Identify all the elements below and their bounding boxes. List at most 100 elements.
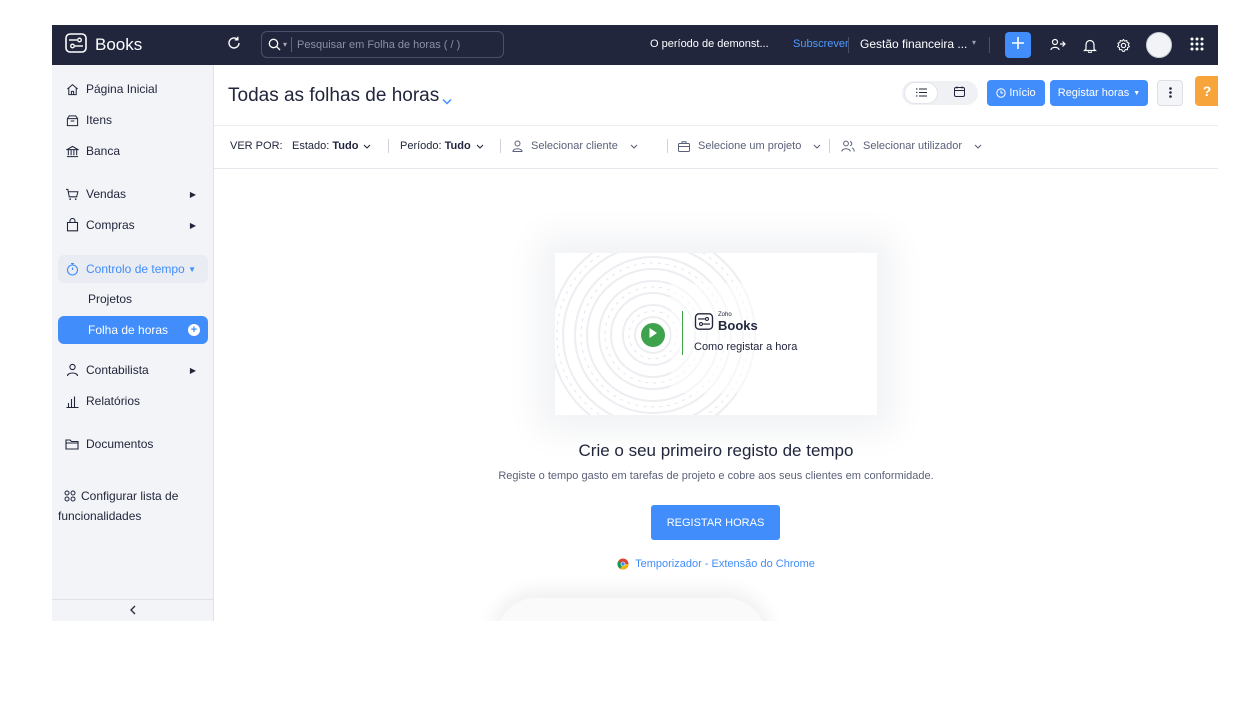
bank-icon [64, 143, 80, 159]
search-input[interactable]: Pesquisar em Folha de horas ( / ) [297, 39, 460, 51]
sidebar-subitem-label: Folha de horas [88, 323, 169, 337]
log-hours-button[interactable]: REGISTAR HORAS [651, 505, 780, 540]
calendar-view-button[interactable] [944, 83, 974, 103]
plus-icon [1011, 36, 1025, 55]
app-name: Books [95, 35, 143, 54]
sidebar-item-label: Compras [86, 218, 135, 232]
caret-right-icon: ▶ [189, 220, 196, 230]
help-label: ? [1202, 83, 1212, 99]
sidebar-item-sales[interactable]: Vendas ▶ [58, 180, 208, 208]
page-title[interactable]: Todas as folhas de horas [228, 85, 439, 107]
stopwatch-icon [64, 261, 80, 277]
empty-state-title: Crie o seu primeiro registo de tempo [578, 441, 854, 460]
client-filter[interactable]: Selecionar cliente [512, 140, 638, 152]
organization-switcher[interactable]: Gestão financeira ... [860, 37, 967, 51]
project-filter[interactable]: Selecione um projeto [678, 140, 821, 152]
filter-bar: VER POR: Estado: Tudo Período: Tudo Sele… [214, 126, 1218, 169]
video-divider [682, 311, 683, 355]
log-hours-label: REGISTAR HORAS [666, 516, 765, 529]
empty-state-description: Registe o tempo gasto em tarefas de proj… [498, 470, 934, 482]
more-options-button[interactable] [1157, 80, 1183, 106]
start-timer-button[interactable]: Início [987, 80, 1045, 106]
period-filter-label: Período: [400, 140, 442, 152]
caret-down-icon: ▼ [188, 264, 196, 274]
chevron-down-icon [476, 144, 484, 149]
client-filter-placeholder: Selecionar cliente [531, 140, 618, 152]
avatar[interactable] [1146, 32, 1172, 58]
status-filter[interactable]: Estado: Tudo [292, 140, 371, 152]
sidebar-item-time-tracking[interactable]: Controlo de tempo ▼ [58, 255, 208, 283]
sidebar-item-home[interactable]: Página Inicial [58, 75, 208, 103]
sidebar-item-reports[interactable]: Relatórios [58, 387, 208, 415]
chevron-down-icon [974, 144, 982, 149]
status-filter-label: Estado: [292, 140, 330, 152]
sidebar-subitem-label: Projetos [88, 292, 133, 306]
search-box[interactable]: ▾ Pesquisar em Folha de horas ( / ) [261, 31, 504, 58]
project-filter-placeholder: Selecione um projeto [698, 140, 802, 152]
bell-icon[interactable] [1081, 36, 1099, 54]
quick-create-button[interactable] [1005, 32, 1031, 58]
home-icon [64, 81, 80, 97]
chevron-down-icon [363, 144, 371, 149]
page-header: Todas as folhas de horas Início Registar… [214, 65, 1218, 126]
subscribe-link[interactable]: Subscrever [793, 38, 849, 50]
folder-icon [64, 436, 80, 452]
video-brand: Books [718, 318, 758, 333]
filter-divider [829, 139, 830, 153]
tutorial-video[interactable]: Zoho Books Como registar a hora [555, 253, 877, 415]
sidebar-item-label: Banca [86, 144, 121, 158]
gear-icon[interactable] [1114, 36, 1132, 54]
chevron-down-icon[interactable]: ▾ [972, 38, 976, 47]
search-divider [291, 37, 293, 52]
recent-activity-icon[interactable] [226, 35, 246, 55]
sidebar-item-purchases[interactable]: Compras ▶ [58, 211, 208, 239]
apps-grid-icon[interactable] [1189, 36, 1207, 54]
brand[interactable]: Books [52, 25, 214, 65]
items-icon [64, 112, 80, 128]
chevron-down-icon [630, 144, 638, 149]
reports-icon [64, 393, 80, 409]
chevron-down-icon[interactable] [442, 92, 452, 110]
trial-notice: O período de demonst... [650, 38, 769, 50]
chrome-icon [617, 558, 635, 570]
divider [848, 37, 849, 53]
chrome-extension-link[interactable]: Temporizador - Extensão do Chrome [214, 558, 1218, 570]
configure-features-link[interactable]: Configurar lista de funcionalidades [58, 487, 208, 525]
list-view-button[interactable] [905, 83, 937, 103]
referral-icon[interactable] [1049, 36, 1067, 54]
search-icon[interactable] [268, 38, 281, 51]
users-icon [841, 140, 855, 152]
configure-icon [64, 489, 76, 507]
sidebar-item-label: Documentos [86, 437, 154, 451]
bag-icon [64, 217, 80, 233]
add-timesheet-plus-icon[interactable]: + [188, 324, 200, 336]
sidebar-item-items[interactable]: Itens [58, 106, 208, 134]
view-by-label: VER POR: [230, 140, 283, 152]
status-filter-value: Tudo [332, 140, 359, 152]
sidebar-subitem-timesheet[interactable]: Folha de horas + [58, 316, 208, 344]
sidebar-item-documents[interactable]: Documentos [58, 430, 208, 458]
caret-right-icon: ▶ [189, 189, 196, 199]
sidebar-subitem-projects[interactable]: Projetos [58, 285, 208, 313]
view-toggle [902, 81, 978, 105]
filter-divider [667, 139, 668, 153]
briefcase-icon [678, 140, 690, 152]
collapse-sidebar-button[interactable] [52, 599, 213, 621]
start-timer-label: Início [1009, 87, 1036, 99]
empty-state: Zoho Books Como registar a hora Crie o s… [214, 168, 1218, 621]
help-button[interactable]: ? [1195, 76, 1218, 106]
play-button[interactable] [641, 323, 665, 347]
divider [989, 37, 990, 53]
tutorial-video-pattern [555, 253, 877, 415]
search-scope-caret-icon[interactable]: ▾ [283, 40, 287, 49]
chrome-extension-label: Temporizador - Extensão do Chrome [635, 558, 815, 570]
user-filter[interactable]: Selecionar utilizador [841, 140, 982, 152]
period-filter[interactable]: Período: Tudo [400, 140, 484, 152]
cart-icon [64, 186, 80, 202]
sidebar-item-accountant[interactable]: Contabilista ▶ [58, 356, 208, 384]
video-caption: Como registar a hora [694, 341, 798, 353]
sidebar-item-bank[interactable]: Banca [58, 137, 208, 165]
sidebar: Página Inicial Itens Banca Vendas ▶ Comp… [52, 65, 214, 621]
log-time-button[interactable]: Registar horas ▼ [1050, 80, 1148, 106]
decorative-card [496, 598, 766, 621]
